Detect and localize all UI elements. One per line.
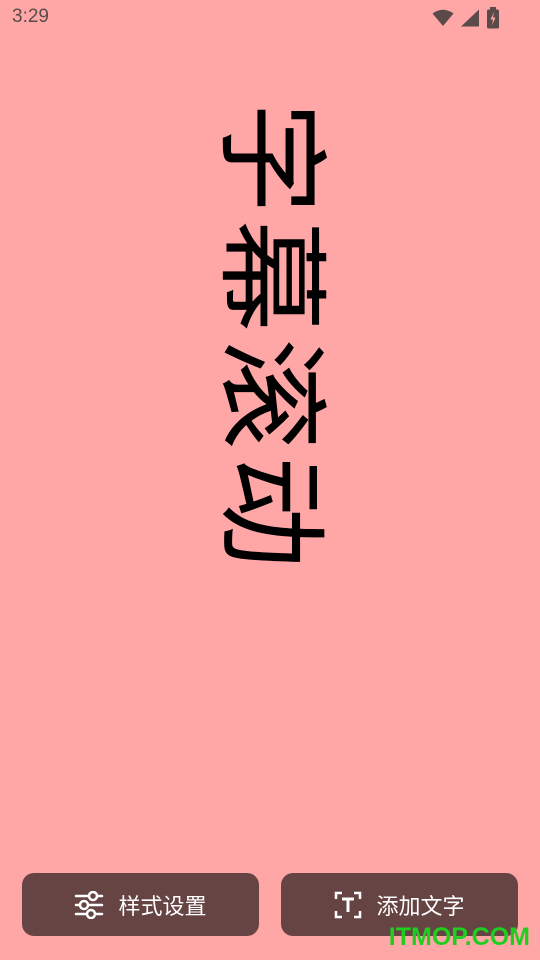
text-frame-icon: [334, 891, 362, 919]
marquee-text: 字幕滚动: [205, 102, 335, 574]
marquee-display: 字幕滚动: [0, 0, 540, 760]
style-settings-button[interactable]: 样式设置: [22, 873, 259, 936]
watermark: ITMOP.COM: [388, 923, 530, 951]
style-settings-label: 样式设置: [118, 894, 207, 920]
sliders-icon: [74, 890, 104, 919]
add-text-label: 添加文字: [376, 894, 465, 920]
